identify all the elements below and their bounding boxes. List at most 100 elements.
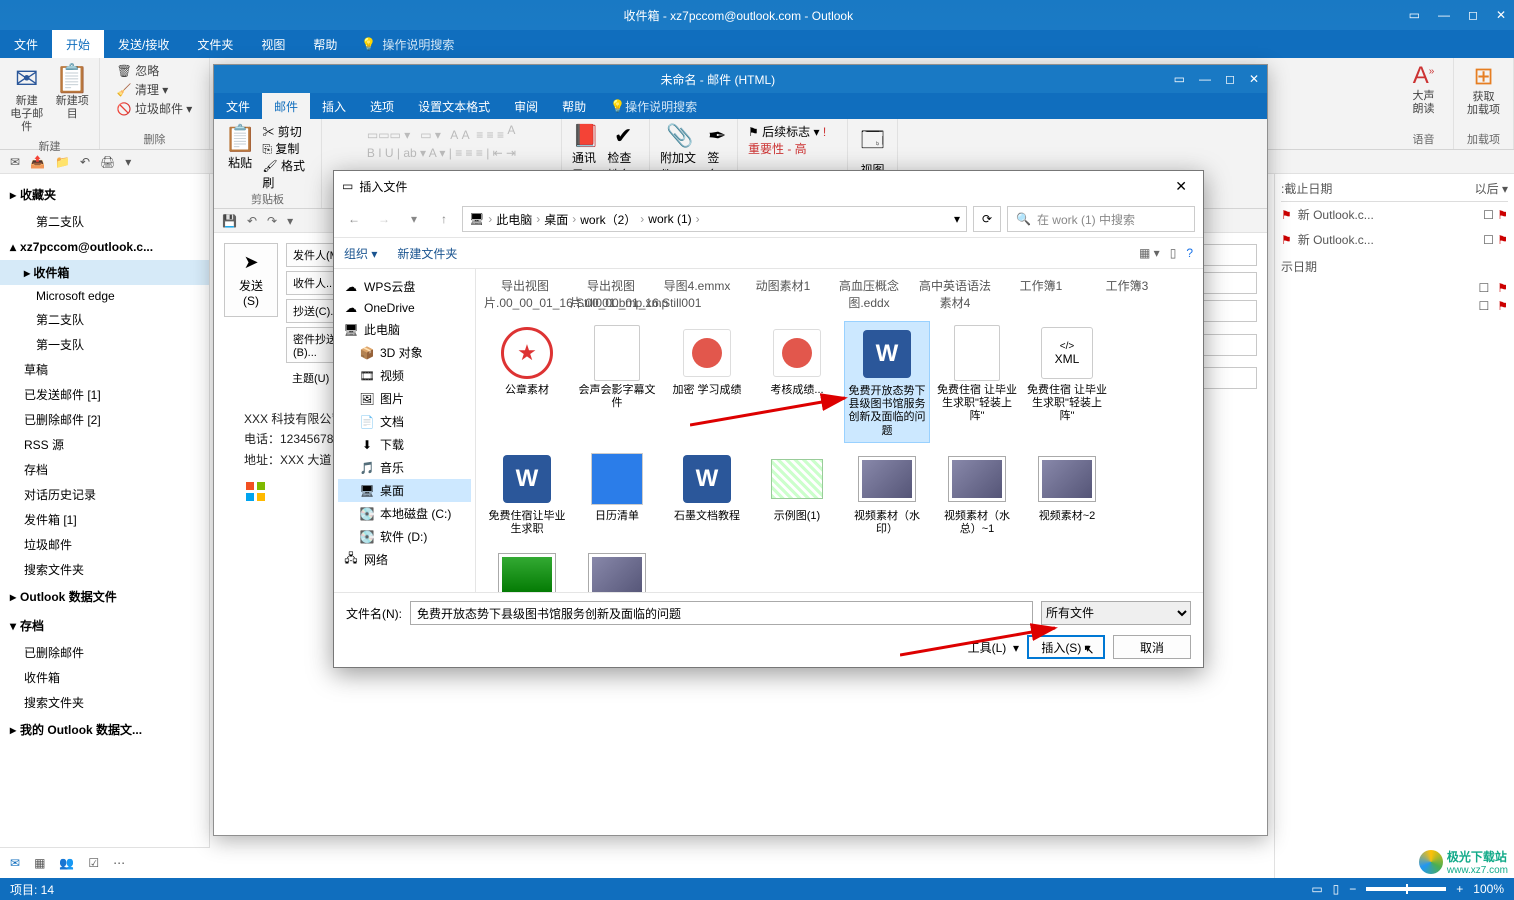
file-item-clipped[interactable]: 工作簿1 — [1000, 277, 1082, 311]
file-item-clipped[interactable]: 动图素材1 — [742, 277, 824, 311]
file-item[interactable]: 视频素材（水总）~1 — [934, 447, 1020, 540]
fav-item[interactable]: 第二支队 — [0, 209, 209, 234]
file-item[interactable]: 视频素材（水印） — [844, 447, 930, 540]
tree-item[interactable]: ☁OneDrive — [338, 298, 471, 318]
dialog-search-input[interactable]: 🔍在 work (1) 中搜索 — [1007, 206, 1195, 232]
tree-item[interactable]: 📄文档 — [338, 410, 471, 433]
filetype-select[interactable]: 所有文件 — [1041, 601, 1191, 625]
mail-view-icon[interactable]: ✉ — [10, 856, 20, 870]
file-item[interactable]: ★公章素材 — [484, 321, 570, 443]
cqat-redo-icon[interactable]: ↷ — [267, 214, 277, 228]
get-addin-button[interactable]: ⊞获取 加载项 — [1467, 62, 1500, 117]
tab-view[interactable]: 视图 — [247, 30, 299, 58]
nav-folder[interactable]: 已发送邮件 [1] — [0, 382, 209, 407]
cut-button[interactable]: ✂ 剪切 — [262, 125, 301, 139]
tree-item[interactable]: ☁WPS云盘 — [338, 275, 471, 298]
nav-folder[interactable]: 垃圾邮件 — [0, 532, 209, 557]
datafiles-header[interactable]: ▸ Outlook 数据文件 — [0, 582, 209, 611]
view-mode-icon[interactable]: ▦ ▾ — [1139, 246, 1160, 260]
organize-button[interactable]: 组织 ▾ — [344, 245, 377, 262]
tab-sendreceive[interactable]: 发送/接收 — [104, 30, 183, 58]
cqat-undo-icon[interactable]: ↶ — [247, 214, 257, 228]
nav-folder[interactable]: RSS 源 — [0, 432, 209, 457]
tree-item[interactable]: 🖥桌面 — [338, 479, 471, 502]
file-item-clipped[interactable]: 高血压概念图.eddx — [828, 277, 910, 311]
file-item-clipped[interactable]: 导出视图片.00_00_01_16.Still001 — [570, 277, 652, 311]
nav-folder[interactable]: 发件箱 [1] — [0, 507, 209, 532]
tell-me[interactable]: 💡操作说明搜索 — [361, 36, 454, 53]
tree-item[interactable]: 🖧网络 — [338, 548, 471, 571]
file-item-clipped[interactable]: 导出视图片.00_00_01_16.Still001.bmp.xmp — [484, 277, 566, 311]
view-reading-icon[interactable]: ▯ — [1333, 882, 1340, 896]
nav-folder[interactable]: ▸ 收件箱 — [0, 260, 209, 285]
zoom-in-icon[interactable]: + — [1456, 882, 1463, 896]
paste-button[interactable]: 📋粘贴 — [224, 123, 256, 171]
todo-item[interactable]: ⚑新 Outlook.c...☐ ⚑ — [1281, 227, 1508, 252]
ctab-help[interactable]: 帮助 — [550, 93, 598, 119]
junk-button[interactable]: 🚫 垃圾邮件 ▾ — [117, 100, 193, 117]
ignore-button[interactable]: 🗑 忽略 — [117, 62, 193, 79]
file-item[interactable]: 会声会影字幕文件 — [574, 321, 660, 443]
file-item-clipped[interactable]: 工作簿3 — [1086, 277, 1168, 311]
file-item[interactable]: </>XML免费住宿 让毕业生求职"轻装上阵" — [1024, 321, 1110, 443]
cqat-more-icon[interactable]: ▾ — [287, 214, 293, 228]
new-email-button[interactable]: ✉新建 电子邮件 — [8, 62, 46, 135]
cqat-save-icon[interactable]: 💾 — [222, 214, 237, 228]
filename-input[interactable] — [410, 601, 1033, 625]
compose-close-icon[interactable]: ✕ — [1249, 72, 1259, 86]
zoom-out-icon[interactable]: − — [1349, 882, 1356, 896]
tab-help[interactable]: 帮助 — [299, 30, 351, 58]
followup-button[interactable]: ⚑ 后续标志 ▾ — [748, 125, 819, 139]
tree-item[interactable]: 💽本地磁盘 (C:) — [338, 502, 471, 525]
tab-folder[interactable]: 文件夹 — [183, 30, 247, 58]
tree-item[interactable]: 🖼图片 — [338, 387, 471, 410]
file-item[interactable]: 视频素材~2 — [1024, 447, 1110, 540]
ctab-review[interactable]: 审阅 — [502, 93, 550, 119]
tree-item[interactable]: 🎞视频 — [338, 364, 471, 387]
help-icon[interactable]: ? — [1186, 246, 1193, 260]
file-item[interactable]: 视频素材2~2 — [574, 544, 660, 592]
file-item[interactable]: W免费开放态势下县级图书馆服务创新及面临的问题 — [844, 321, 930, 443]
file-item[interactable]: W石墨文档教程 — [664, 447, 750, 540]
file-item[interactable]: 视频素材2 — [484, 544, 570, 592]
archive-item[interactable]: 已删除邮件 — [0, 640, 209, 665]
compose-ribbon-opts-icon[interactable]: ▭ — [1174, 72, 1185, 86]
nav-folder[interactable]: 搜索文件夹 — [0, 557, 209, 582]
refresh-icon[interactable]: ⟳ — [973, 206, 1001, 232]
ribbon-options-icon[interactable]: ▭ — [1409, 8, 1420, 22]
breadcrumb[interactable]: 🖥› 此电脑› 桌面› work（2）› work (1)› ▾ — [462, 206, 967, 232]
nav-folder[interactable]: 第二支队 — [0, 307, 209, 332]
qat-sendall-icon[interactable]: 📤 — [30, 155, 45, 169]
tasks-view-icon[interactable]: ☑ — [88, 856, 99, 870]
file-item[interactable]: W免费住宿让毕业生求职 — [484, 447, 570, 540]
nav-folder[interactable]: 草稿 — [0, 357, 209, 382]
favorites-header[interactable]: ▸ 收藏夹 — [0, 180, 209, 209]
file-item-clipped[interactable]: 高中英语语法素材4 — [914, 277, 996, 311]
nav-folder[interactable]: Microsoft edge — [0, 285, 209, 307]
todo-item[interactable]: ⚑新 Outlook.c...☐ ⚑ — [1281, 202, 1508, 227]
preview-pane-icon[interactable]: ▯ — [1170, 246, 1177, 260]
mydata-header[interactable]: ▸ 我的 Outlook 数据文... — [0, 715, 209, 744]
new-folder-button[interactable]: 新建文件夹 — [397, 245, 457, 262]
compose-maximize-icon[interactable]: ◻ — [1225, 72, 1235, 86]
new-item-button[interactable]: 📋新建项目 — [54, 62, 92, 135]
qat-mail-icon[interactable]: ✉ — [10, 155, 20, 169]
minimize-icon[interactable]: — — [1438, 8, 1450, 22]
qat-more-icon[interactable]: ▾ — [125, 155, 131, 169]
view-normal-icon[interactable]: ▭ — [1311, 882, 1322, 896]
tab-home[interactable]: 开始 — [52, 30, 104, 58]
tree-item[interactable]: 💽软件 (D:) — [338, 525, 471, 548]
close-icon[interactable]: ✕ — [1496, 8, 1506, 22]
file-item[interactable]: 日历清单 — [574, 447, 660, 540]
compose-tell-me[interactable]: 💡 操作说明搜索 — [598, 93, 709, 119]
file-item[interactable]: 考核成绩... — [754, 321, 840, 443]
compose-minimize-icon[interactable]: — — [1199, 72, 1211, 86]
tree-item[interactable]: ⬇下载 — [338, 433, 471, 456]
file-item[interactable]: 示例图(1) — [754, 447, 840, 540]
file-item-clipped[interactable]: 导图4.emmx — [656, 277, 738, 311]
back-icon[interactable]: ← — [342, 207, 366, 231]
archive-header[interactable]: ▾ 存档 — [0, 611, 209, 640]
nav-folder[interactable]: 已删除邮件 [2] — [0, 407, 209, 432]
tree-item[interactable]: 🖥此电脑 — [338, 318, 471, 341]
account-header[interactable]: ▴ xz7pccom@outlook.c... — [0, 234, 209, 260]
